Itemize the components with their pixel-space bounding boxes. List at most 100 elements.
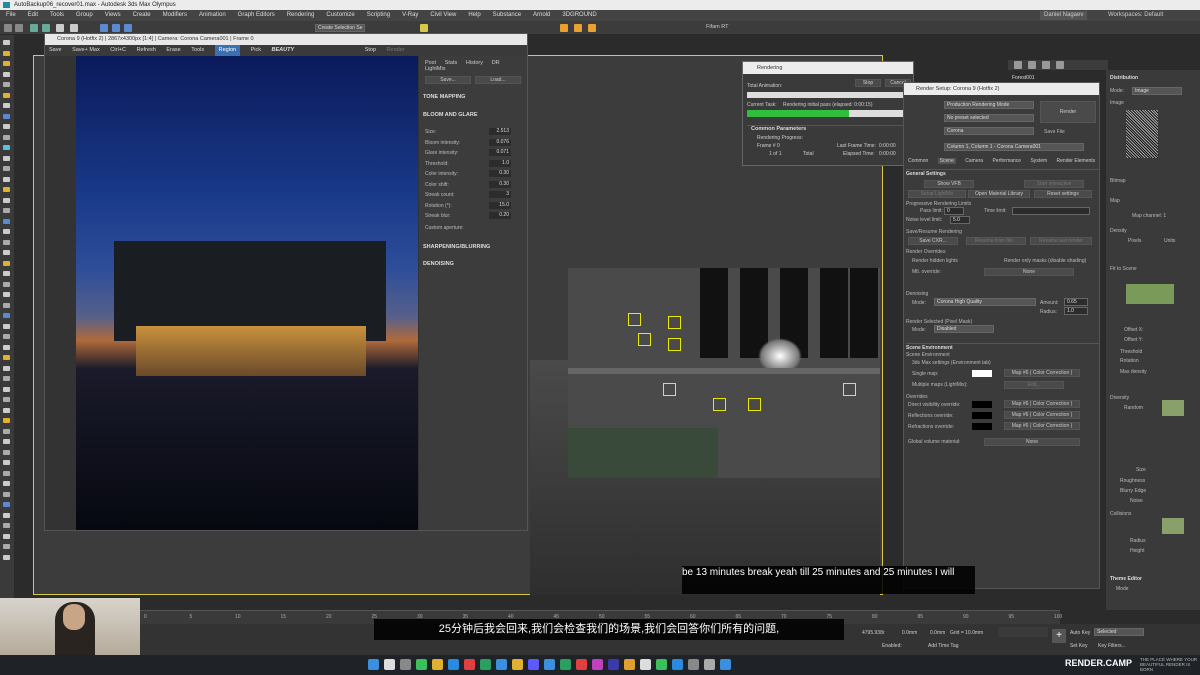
menu-item-modifiers[interactable]: Modifiers: [157, 10, 193, 21]
global-volume-checkbox[interactable]: Global volume material:: [908, 439, 961, 445]
tool-icon[interactable]: [3, 323, 10, 329]
hierarchy-tab-icon[interactable]: [1042, 61, 1050, 69]
render-button[interactable]: Render: [1040, 101, 1096, 123]
chrome-icon[interactable]: [416, 659, 427, 670]
camtasia-icon[interactable]: [656, 659, 667, 670]
tab-render-elements[interactable]: Render Elements: [1057, 158, 1096, 164]
direct-visibility-swatch[interactable]: [972, 401, 992, 408]
tool-icon[interactable]: [3, 418, 10, 423]
app-icon[interactable]: [528, 659, 539, 670]
multiple-maps-radio[interactable]: Multiple maps (LightMix):: [912, 382, 968, 388]
tab-dr[interactable]: DR: [492, 60, 500, 66]
tool-icon[interactable]: [3, 365, 10, 371]
common-parameters-header[interactable]: Common Parameters: [747, 126, 911, 132]
start-icon[interactable]: [368, 659, 379, 670]
resume-last-render-button[interactable]: Resume last render: [1030, 237, 1092, 245]
redo-icon[interactable]: [15, 24, 23, 32]
workspaces-selector[interactable]: Workspaces: Default: [1102, 10, 1169, 21]
bloom-row-value[interactable]: 2.513: [489, 128, 511, 135]
photoshop-icon[interactable]: [592, 659, 603, 670]
tool-icon[interactable]: [3, 208, 10, 213]
tool-icon[interactable]: [3, 523, 10, 528]
tool-icon[interactable]: [3, 134, 10, 140]
open-material-library-button[interactable]: Open Material Library: [968, 190, 1030, 198]
bloom-row-value[interactable]: 0.30: [489, 170, 511, 177]
bloom-glare-section[interactable]: BLOOM AND GLARE: [423, 112, 523, 118]
x-coordinate[interactable]: 4795.938r: [862, 630, 885, 636]
vfb-pick-button[interactable]: Pick: [251, 45, 261, 56]
tool-icon[interactable]: [3, 61, 10, 66]
tool-icon[interactable]: [3, 155, 10, 161]
light-object[interactable]: [663, 383, 676, 396]
random-radio[interactable]: Random: [1124, 405, 1143, 411]
render-frame-icon[interactable]: [574, 24, 582, 32]
tool-icon[interactable]: [3, 313, 10, 318]
edit-lightmix-button[interactable]: Edit...: [1004, 381, 1064, 389]
menu-item-v-ray[interactable]: V-Ray: [396, 10, 424, 21]
vfb-pass-dropdown[interactable]: BEAUTY: [272, 45, 295, 56]
rotate-icon[interactable]: [112, 24, 120, 32]
key-mode-dropdown[interactable]: Selected: [1094, 628, 1144, 636]
mail-icon[interactable]: [464, 659, 475, 670]
app-icon[interactable]: [640, 659, 651, 670]
render-icon[interactable]: [588, 24, 596, 32]
single-map-color-swatch[interactable]: [972, 370, 992, 377]
tool-icon[interactable]: [3, 82, 10, 87]
tool-icon[interactable]: [3, 113, 10, 119]
denoise-mode-dropdown[interactable]: Corona High Quality: [934, 298, 1036, 306]
reflections-swatch[interactable]: [972, 412, 992, 419]
vfb-refresh-button[interactable]: Refresh: [137, 45, 156, 56]
sharpening-section[interactable]: SHARPENING/BLURRING: [423, 244, 523, 250]
start-interactive-button[interactable]: Start interactive: [1024, 180, 1084, 188]
tool-icon[interactable]: [3, 166, 10, 171]
resume-from-file-button[interactable]: Resume from file...: [966, 237, 1026, 245]
bloom-row-value[interactable]: 0.076: [489, 138, 511, 146]
mtl-override-checkbox[interactable]: Mtl. override:: [912, 269, 941, 275]
custom-aperture-checkbox[interactable]: Custom aperture:: [425, 224, 521, 232]
refractions-override-checkbox[interactable]: Refractions override:: [908, 424, 954, 430]
light-object[interactable]: [668, 338, 681, 351]
tool-icon[interactable]: [3, 124, 10, 129]
rendering-stop-button[interactable]: Stop: [855, 79, 881, 87]
target-dropdown[interactable]: Production Rendering Mode: [944, 101, 1034, 109]
tool-icon[interactable]: [3, 481, 10, 486]
scale-icon[interactable]: [124, 24, 132, 32]
auto-key-button[interactable]: Auto Key: [1070, 630, 1090, 636]
app-icon[interactable]: [576, 659, 587, 670]
tool-icon[interactable]: [3, 491, 10, 497]
tool-icon[interactable]: [3, 376, 10, 381]
max-settings-radio[interactable]: 3ds Max settings (Environment tab): [912, 360, 991, 366]
link-icon[interactable]: [30, 24, 38, 32]
tone-mapping-section[interactable]: TONE MAPPING: [423, 94, 523, 100]
vfb-render-button[interactable]: Render: [387, 45, 405, 56]
renderer-dropdown[interactable]: Corona: [944, 127, 1034, 135]
radius-input[interactable]: 1.0: [1064, 307, 1088, 315]
noise-level-input[interactable]: 5.0: [950, 216, 970, 224]
tool-icon[interactable]: [3, 397, 10, 402]
render-selected-dropdown[interactable]: Disabled: [934, 325, 994, 333]
reflections-override-checkbox[interactable]: Reflections override:: [908, 413, 954, 419]
refractions-map-slot[interactable]: Map #6 ( Color Correction ): [1004, 422, 1080, 430]
menu-item-3dground[interactable]: 3DGROUND: [556, 10, 602, 21]
vfb-stop-button[interactable]: Stop: [365, 45, 376, 56]
single-map-radio[interactable]: Single map:: [912, 371, 938, 377]
tab-system[interactable]: System: [1030, 158, 1047, 164]
bloom-row-value[interactable]: 0.30: [489, 180, 511, 188]
notes-icon[interactable]: [512, 659, 523, 670]
denoising-section[interactable]: DENOISING: [423, 261, 523, 267]
menu-item-tools[interactable]: Tools: [44, 10, 70, 21]
app-icon[interactable]: [672, 659, 683, 670]
tab-scene[interactable]: Scene: [937, 158, 956, 164]
tool-icon[interactable]: [3, 302, 10, 308]
tool-icon[interactable]: [3, 197, 10, 203]
app-icon[interactable]: [688, 659, 699, 670]
menu-item-substance[interactable]: Substance: [487, 10, 527, 21]
tool-icon[interactable]: [3, 145, 10, 150]
tool-icon[interactable]: [3, 334, 10, 339]
bloom-row-value[interactable]: 3: [489, 191, 511, 198]
app-icon[interactable]: [560, 659, 571, 670]
collisions-preview-icon[interactable]: [1162, 518, 1184, 534]
tool-icon[interactable]: [3, 544, 10, 549]
search-icon[interactable]: [384, 659, 395, 670]
y-coordinate[interactable]: 0.0mm: [902, 630, 917, 636]
